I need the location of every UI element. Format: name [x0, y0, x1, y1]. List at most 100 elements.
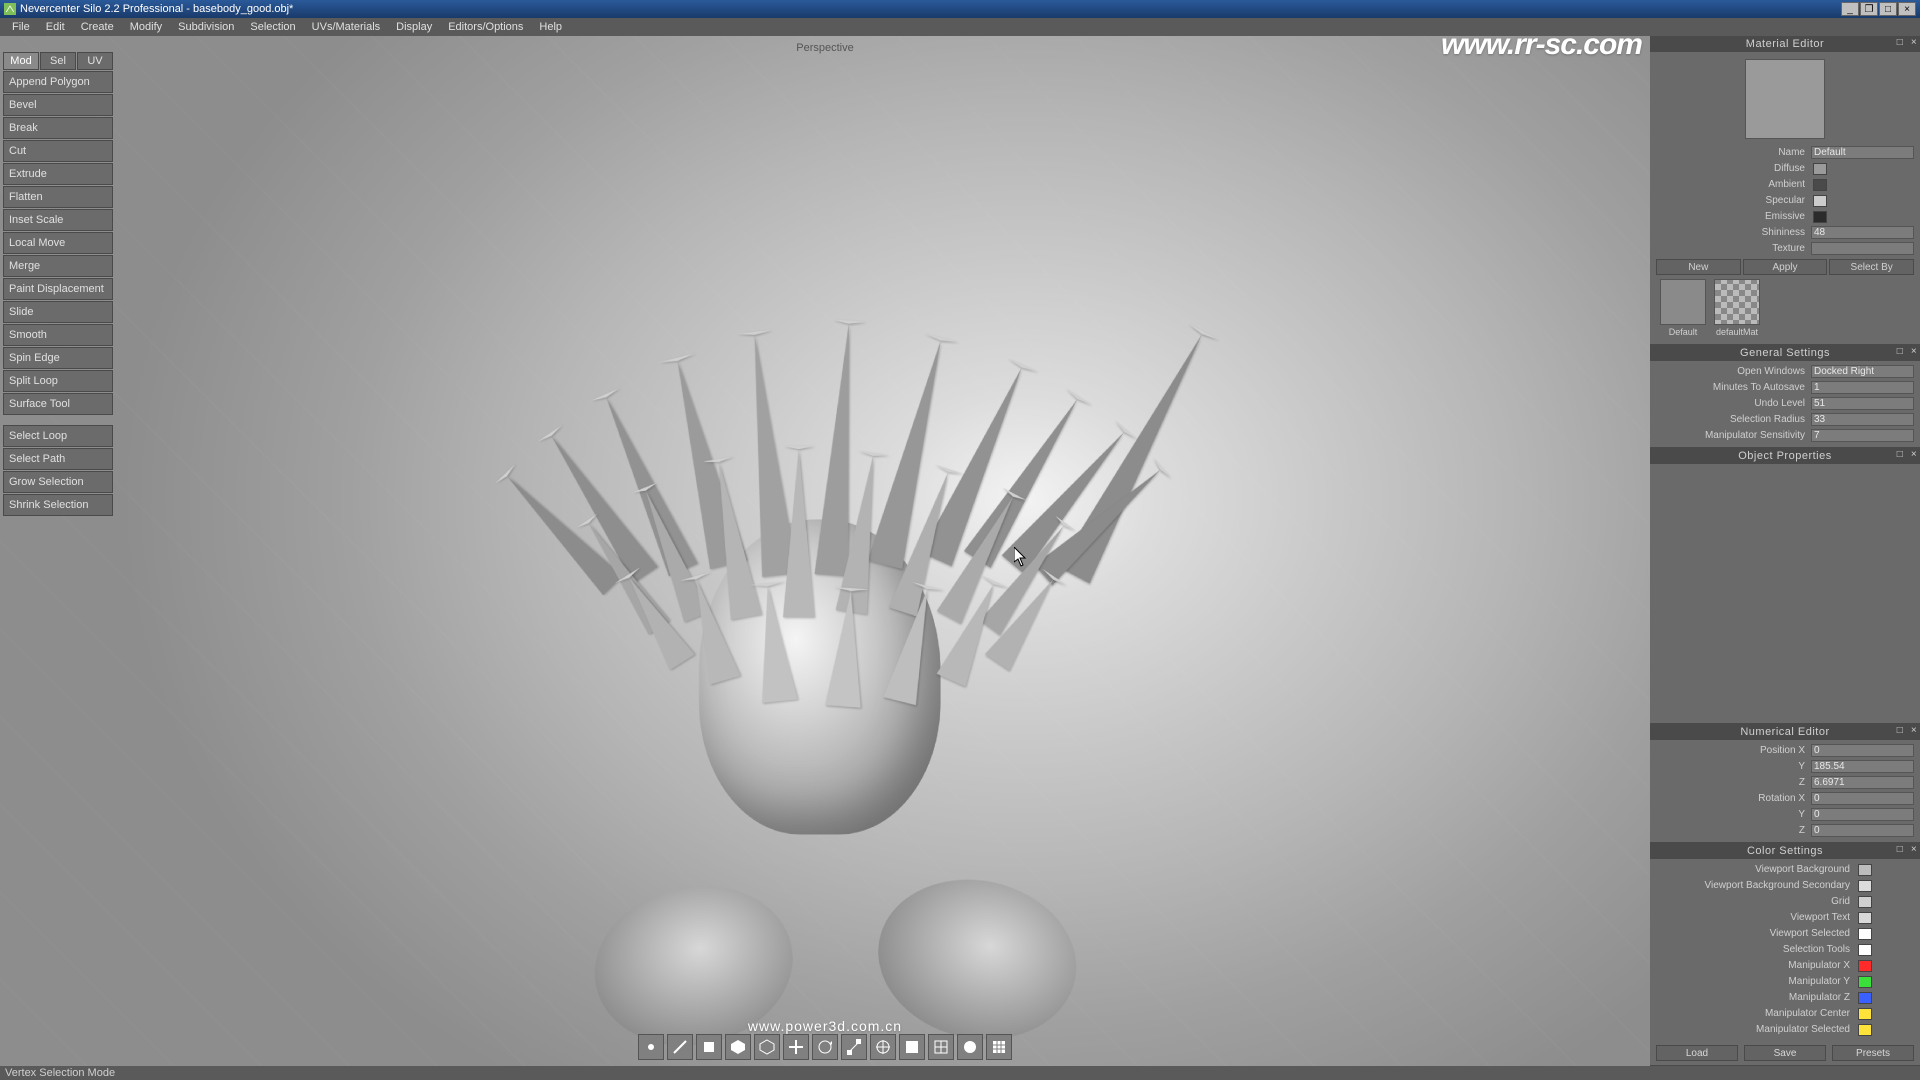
tool-cut[interactable]: Cut — [3, 140, 113, 162]
mat-name-input[interactable] — [1811, 146, 1914, 159]
restore-button[interactable]: ❐ — [1860, 2, 1878, 16]
mat-selectby-button[interactable]: Select By — [1829, 259, 1914, 275]
mat-texture-input[interactable] — [1811, 242, 1914, 255]
ne-rotx-input[interactable] — [1811, 792, 1914, 805]
panel-close-icon[interactable]: × — [1908, 843, 1920, 857]
shade-textured-icon[interactable] — [986, 1034, 1012, 1060]
gs-selrad-input[interactable] — [1811, 413, 1914, 426]
wireframe-icon[interactable] — [754, 1034, 780, 1060]
menu-create[interactable]: Create — [73, 21, 122, 33]
mat-shininess-input[interactable] — [1811, 226, 1914, 239]
move-tool-icon[interactable] — [783, 1034, 809, 1060]
cs-save-button[interactable]: Save — [1744, 1045, 1826, 1061]
menu-selection[interactable]: Selection — [242, 21, 303, 33]
maximize-button[interactable]: □ — [1879, 2, 1897, 16]
gs-undo-input[interactable] — [1811, 397, 1914, 410]
mat-emissive-swatch[interactable] — [1813, 211, 1827, 223]
cs-swatch[interactable] — [1858, 992, 1872, 1004]
tab-uv[interactable]: UV — [77, 52, 113, 70]
shade-wire-icon[interactable] — [928, 1034, 954, 1060]
mat-specular-swatch[interactable] — [1813, 195, 1827, 207]
mat-slot-default[interactable]: Default — [1660, 279, 1706, 337]
tool-break[interactable]: Break — [3, 117, 113, 139]
menu-display[interactable]: Display — [388, 21, 440, 33]
color-settings-header[interactable]: Color Settings □ × — [1650, 843, 1920, 859]
ne-posx-input[interactable] — [1811, 744, 1914, 757]
mat-slot-defaultmat[interactable]: defaultMat — [1714, 279, 1760, 337]
tool-extrude[interactable]: Extrude — [3, 163, 113, 185]
minimize-button[interactable]: _ — [1841, 2, 1859, 16]
shade-smooth-icon[interactable] — [957, 1034, 983, 1060]
cs-load-button[interactable]: Load — [1656, 1045, 1738, 1061]
cs-swatch[interactable] — [1858, 864, 1872, 876]
gs-openwin-input[interactable] — [1811, 365, 1914, 378]
mat-ambient-swatch[interactable] — [1813, 179, 1827, 191]
panel-close-icon[interactable]: × — [1908, 345, 1920, 359]
numerical-editor-header[interactable]: Numerical Editor □ × — [1650, 724, 1920, 740]
tool-smooth[interactable]: Smooth — [3, 324, 113, 346]
tool-select-loop[interactable]: Select Loop — [3, 425, 113, 447]
tool-merge[interactable]: Merge — [3, 255, 113, 277]
select-object-icon[interactable] — [725, 1034, 751, 1060]
menu-help[interactable]: Help — [531, 21, 570, 33]
gs-msens-input[interactable] — [1811, 429, 1914, 442]
panel-close-icon[interactable]: × — [1908, 36, 1920, 50]
mat-apply-button[interactable]: Apply — [1743, 259, 1828, 275]
cs-swatch[interactable] — [1858, 1024, 1872, 1036]
tab-mod[interactable]: Mod — [3, 52, 39, 70]
tool-local-move[interactable]: Local Move — [3, 232, 113, 254]
select-edge-icon[interactable] — [667, 1034, 693, 1060]
select-vertex-icon[interactable] — [638, 1034, 664, 1060]
general-settings-header[interactable]: General Settings □ × — [1650, 345, 1920, 361]
cs-swatch[interactable] — [1858, 928, 1872, 940]
tool-grow-selection[interactable]: Grow Selection — [3, 471, 113, 493]
tool-paint-displacement[interactable]: Paint Displacement — [3, 278, 113, 300]
shade-flat-icon[interactable] — [899, 1034, 925, 1060]
tool-shrink-selection[interactable]: Shrink Selection — [3, 494, 113, 516]
material-editor-header[interactable]: Material Editor □ × — [1650, 36, 1920, 52]
cs-swatch[interactable] — [1858, 896, 1872, 908]
rotate-tool-icon[interactable] — [812, 1034, 838, 1060]
cs-swatch[interactable] — [1858, 880, 1872, 892]
tab-sel[interactable]: Sel — [40, 52, 76, 70]
panel-close-icon[interactable]: × — [1908, 724, 1920, 738]
universal-tool-icon[interactable] — [870, 1034, 896, 1060]
object-properties-header[interactable]: Object Properties □ × — [1650, 448, 1920, 464]
tool-select-path[interactable]: Select Path — [3, 448, 113, 470]
tool-inset-scale[interactable]: Inset Scale — [3, 209, 113, 231]
tool-split-loop[interactable]: Split Loop — [3, 370, 113, 392]
tool-surface-tool[interactable]: Surface Tool — [3, 393, 113, 415]
menu-modify[interactable]: Modify — [122, 21, 170, 33]
menu-file[interactable]: File — [4, 21, 38, 33]
cs-swatch[interactable] — [1858, 976, 1872, 988]
close-button[interactable]: × — [1898, 2, 1916, 16]
scale-tool-icon[interactable] — [841, 1034, 867, 1060]
tool-append-polygon[interactable]: Append Polygon — [3, 71, 113, 93]
menu-edit[interactable]: Edit — [38, 21, 73, 33]
ne-roty-input[interactable] — [1811, 808, 1914, 821]
tool-spin-edge[interactable]: Spin Edge — [3, 347, 113, 369]
viewport[interactable]: Perspective www.rr-sc.com www.power3d.co… — [0, 36, 1650, 1066]
cs-presets-button[interactable]: Presets — [1832, 1045, 1914, 1061]
cs-swatch[interactable] — [1858, 944, 1872, 956]
cs-swatch[interactable] — [1858, 960, 1872, 972]
tool-bevel[interactable]: Bevel — [3, 94, 113, 116]
ne-posz-input[interactable] — [1811, 776, 1914, 789]
ne-rotz-input[interactable] — [1811, 824, 1914, 837]
cs-swatch[interactable] — [1858, 912, 1872, 924]
select-face-icon[interactable] — [696, 1034, 722, 1060]
panel-undock-icon[interactable]: □ — [1894, 843, 1906, 857]
menu-subdivision[interactable]: Subdivision — [170, 21, 242, 33]
ne-posy-input[interactable] — [1811, 760, 1914, 773]
cs-swatch[interactable] — [1858, 1008, 1872, 1020]
menu-editors-options[interactable]: Editors/Options — [440, 21, 531, 33]
panel-undock-icon[interactable]: □ — [1894, 448, 1906, 462]
menu-uvs-materials[interactable]: UVs/Materials — [304, 21, 388, 33]
tool-flatten[interactable]: Flatten — [3, 186, 113, 208]
panel-undock-icon[interactable]: □ — [1894, 345, 1906, 359]
gs-autosave-input[interactable] — [1811, 381, 1914, 394]
mat-diffuse-swatch[interactable] — [1813, 163, 1827, 175]
panel-undock-icon[interactable]: □ — [1894, 36, 1906, 50]
panel-close-icon[interactable]: × — [1908, 448, 1920, 462]
tool-slide[interactable]: Slide — [3, 301, 113, 323]
